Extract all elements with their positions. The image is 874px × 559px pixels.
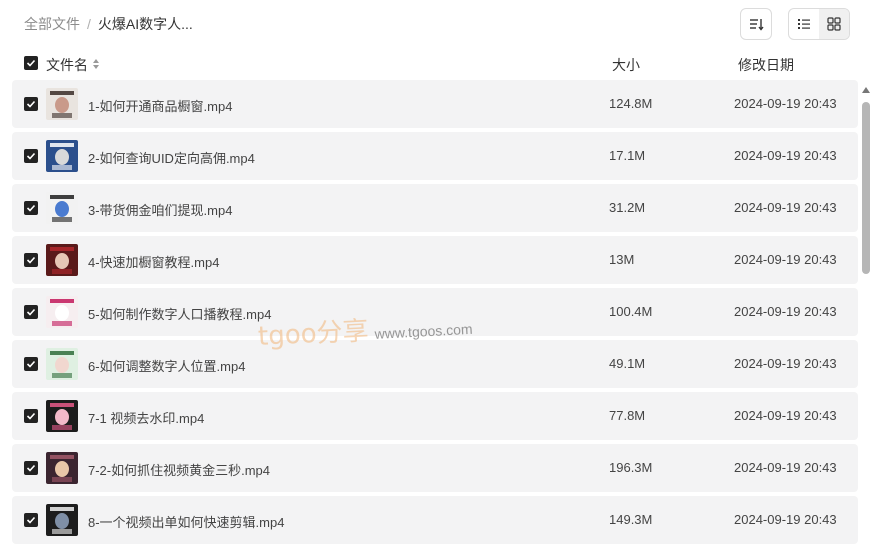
file-row[interactable]: 1-如何开通商品橱窗.mp4 124.8M 2024-09-19 20:43 xyxy=(12,80,858,128)
file-size: 100.4M xyxy=(609,304,653,319)
file-checkbox[interactable] xyxy=(24,149,38,163)
list-view-icon xyxy=(798,19,810,29)
scrollbar-thumb[interactable] xyxy=(862,102,870,274)
file-row[interactable]: 5-如何制作数字人口播教程.mp4 100.4M 2024-09-19 20:43 xyxy=(12,288,858,336)
file-size: 49.1M xyxy=(609,356,646,371)
video-thumbnail[interactable] xyxy=(46,88,78,120)
column-date-header[interactable]: 修改日期 xyxy=(738,55,794,75)
file-checkbox[interactable] xyxy=(24,357,38,371)
column-size-header[interactable]: 大小 xyxy=(612,55,640,75)
video-thumbnail[interactable] xyxy=(46,400,78,432)
file-modified-date: 2024-09-19 20:43 xyxy=(734,200,837,215)
file-modified-date: 2024-09-19 20:43 xyxy=(734,304,837,319)
check-icon xyxy=(26,464,36,472)
column-name-header[interactable]: 文件名 xyxy=(46,55,100,75)
file-size: 17.1M xyxy=(609,148,646,163)
list-view-button[interactable] xyxy=(789,9,819,39)
file-name[interactable]: 6-如何调整数字人位置.mp4 xyxy=(88,356,245,375)
file-row[interactable]: 6-如何调整数字人位置.mp4 49.1M 2024-09-19 20:43 xyxy=(12,340,858,388)
file-size: 124.8M xyxy=(609,96,653,111)
video-thumbnail[interactable] xyxy=(46,452,78,484)
file-size: 31.2M xyxy=(609,200,646,215)
file-modified-date: 2024-09-19 20:43 xyxy=(734,356,837,371)
breadcrumb-root[interactable]: 全部文件 xyxy=(24,14,80,34)
file-name[interactable]: 7-2-如何抓住视频黄金三秒.mp4 xyxy=(88,460,270,479)
video-thumbnail[interactable] xyxy=(46,140,78,172)
grid-view-icon xyxy=(827,17,841,31)
file-checkbox[interactable] xyxy=(24,305,38,319)
sort-icon xyxy=(750,19,764,31)
file-row[interactable]: 8-一个视频出单如何快速剪辑.mp4 149.3M 2024-09-19 20:43 xyxy=(12,496,858,544)
file-name[interactable]: 4-快速加橱窗教程.mp4 xyxy=(88,252,219,271)
breadcrumb-current: 火爆AI数字人... xyxy=(97,16,193,32)
file-row[interactable]: 4-快速加橱窗教程.mp4 13M 2024-09-19 20:43 xyxy=(12,236,858,284)
check-icon xyxy=(26,152,36,160)
file-row[interactable]: 7-2-如何抓住视频黄金三秒.mp4 196.3M 2024-09-19 20:43 xyxy=(12,444,858,492)
video-thumbnail[interactable] xyxy=(46,192,78,224)
top-bar: 全部文件 / 火爆AI数字人... xyxy=(0,0,874,48)
video-thumbnail[interactable] xyxy=(46,244,78,276)
file-size: 149.3M xyxy=(609,512,653,527)
check-icon xyxy=(26,256,36,264)
check-icon xyxy=(26,204,36,212)
file-name[interactable]: 1-如何开通商品橱窗.mp4 xyxy=(88,96,232,115)
check-icon xyxy=(26,100,36,108)
file-name[interactable]: 8-一个视频出单如何快速剪辑.mp4 xyxy=(88,512,284,531)
check-icon xyxy=(26,412,36,420)
column-header: 文件名 大小 修改日期 xyxy=(0,52,860,76)
check-icon xyxy=(26,360,36,368)
breadcrumb-separator: / xyxy=(87,16,91,32)
check-icon xyxy=(26,308,36,316)
video-thumbnail[interactable] xyxy=(46,504,78,536)
file-name[interactable]: 2-如何查询UID定向高佣.mp4 xyxy=(88,148,255,167)
file-size: 196.3M xyxy=(609,460,653,475)
file-checkbox[interactable] xyxy=(24,201,38,215)
file-name[interactable]: 3-带货佣金咱们提现.mp4 xyxy=(88,200,232,219)
grid-view-button[interactable] xyxy=(819,9,849,39)
scroll-up-arrow-icon[interactable] xyxy=(862,87,870,93)
file-modified-date: 2024-09-19 20:43 xyxy=(734,408,837,423)
file-row[interactable]: 7-1 视频去水印.mp4 77.8M 2024-09-19 20:43 xyxy=(12,392,858,440)
file-modified-date: 2024-09-19 20:43 xyxy=(734,460,837,475)
sort-button[interactable] xyxy=(740,8,772,40)
select-all-checkbox[interactable] xyxy=(24,56,38,70)
file-row[interactable]: 3-带货佣金咱们提现.mp4 31.2M 2024-09-19 20:43 xyxy=(12,184,858,232)
file-modified-date: 2024-09-19 20:43 xyxy=(734,148,837,163)
file-modified-date: 2024-09-19 20:43 xyxy=(734,96,837,111)
video-thumbnail[interactable] xyxy=(46,348,78,380)
column-name-label: 文件名 xyxy=(46,57,88,73)
file-checkbox[interactable] xyxy=(24,97,38,111)
file-checkbox[interactable] xyxy=(24,253,38,267)
file-modified-date: 2024-09-19 20:43 xyxy=(734,512,837,527)
file-row[interactable]: 2-如何查询UID定向高佣.mp4 17.1M 2024-09-19 20:43 xyxy=(12,132,858,180)
file-modified-date: 2024-09-19 20:43 xyxy=(734,252,837,267)
file-size: 13M xyxy=(609,252,635,267)
video-thumbnail[interactable] xyxy=(46,296,78,328)
view-toggle xyxy=(788,8,850,40)
check-icon xyxy=(26,516,36,524)
sort-arrows-icon xyxy=(92,59,100,71)
file-name[interactable]: 7-1 视频去水印.mp4 xyxy=(88,408,204,427)
file-list: 1-如何开通商品橱窗.mp4 124.8M 2024-09-19 20:43 2-如何… xyxy=(12,80,858,559)
file-name[interactable]: 5-如何制作数字人口播教程.mp4 xyxy=(88,304,271,323)
file-checkbox[interactable] xyxy=(24,409,38,423)
check-icon xyxy=(26,59,36,67)
breadcrumb: 全部文件 / 火爆AI数字人... xyxy=(24,14,193,34)
file-size: 77.8M xyxy=(609,408,646,423)
file-checkbox[interactable] xyxy=(24,461,38,475)
file-checkbox[interactable] xyxy=(24,513,38,527)
